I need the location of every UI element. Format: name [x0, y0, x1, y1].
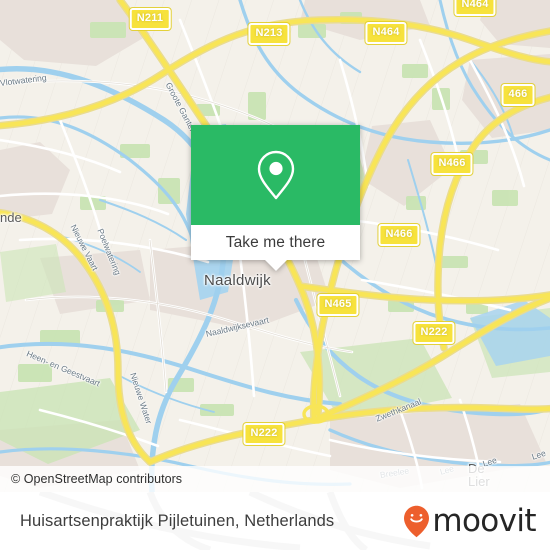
road-shield: N466 — [378, 224, 420, 246]
moovit-wordmark: moovit — [432, 502, 536, 539]
moovit-logo[interactable]: moovit — [403, 502, 537, 539]
footer-bar: Huisartsenpraktijk Pijletuinen, Netherla… — [0, 492, 550, 550]
road-shield: N222 — [413, 322, 455, 344]
openstreetmap-attribution[interactable]: © OpenStreetMap contributors — [0, 472, 182, 486]
location-title: Huisartsenpraktijk Pijletuinen, Netherla… — [20, 511, 335, 530]
popup-icon-panel — [191, 125, 360, 225]
road-shield: N222 — [243, 423, 285, 445]
destination-popup-card[interactable]: Take me there — [191, 125, 360, 271]
location-pin-icon — [257, 150, 294, 200]
popup-pointer-tail — [264, 260, 287, 271]
road-shield: N464 — [454, 0, 496, 16]
moovit-smiley-pin-icon — [404, 505, 430, 537]
road-shield: 466 — [501, 84, 535, 106]
road-shield: N211 — [129, 8, 171, 30]
take-me-there-label: Take me there — [225, 233, 326, 251]
popup-action-bar[interactable]: Take me there — [191, 225, 360, 271]
map-canvas[interactable]: NaaldwijkDeLiernde VlotwateringGroote Ga… — [0, 0, 550, 492]
road-shield: N466 — [431, 153, 473, 175]
road-shield: N464 — [365, 22, 407, 44]
moovit-map-screen: NaaldwijkDeLiernde VlotwateringGroote Ga… — [0, 0, 550, 550]
map-attribution-bar: © OpenStreetMap contributors — [0, 466, 550, 492]
road-shield: N213 — [248, 23, 290, 45]
road-shield: N465 — [317, 294, 359, 316]
